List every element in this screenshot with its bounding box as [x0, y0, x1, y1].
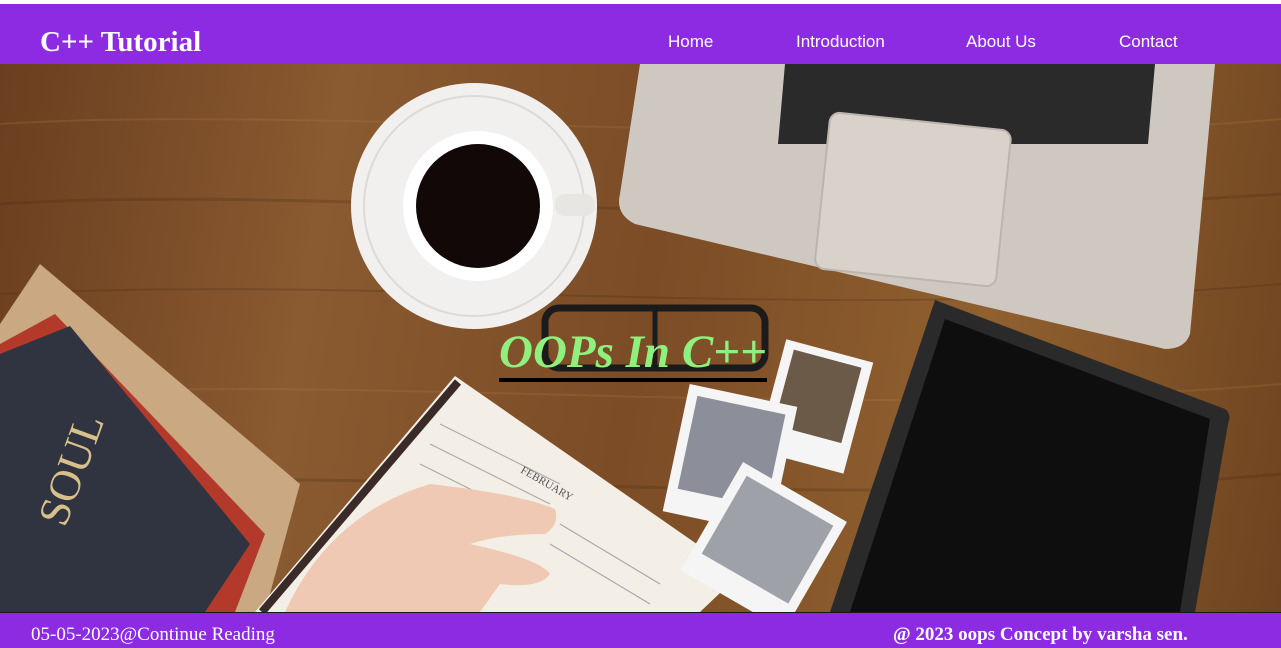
page: C++ Tutorial Home Introduction About Us … — [0, 0, 1281, 648]
footer: 05-05-2023@Continue Reading @ 2023 oops … — [0, 612, 1281, 648]
hero-section: SOUL FEBRUARY OOPs In C++ — [0, 64, 1281, 612]
hero-title: OOPs In C++ — [499, 326, 767, 382]
nav-link-home[interactable]: Home — [668, 32, 713, 52]
nav-link-about-us[interactable]: About Us — [966, 32, 1036, 52]
book-stack: SOUL — [0, 264, 300, 612]
nav-link-introduction[interactable]: Introduction — [796, 32, 885, 52]
nav-links: Home Introduction About Us Contact — [0, 28, 1281, 58]
coffee-cup — [351, 83, 597, 329]
navbar: C++ Tutorial Home Introduction About Us … — [0, 4, 1281, 64]
nav-link-contact[interactable]: Contact — [1119, 32, 1178, 52]
footer-date-continue-reading[interactable]: 05-05-2023@Continue Reading — [31, 624, 275, 646]
footer-copyright: @ 2023 oops Concept by varsha sen. — [893, 624, 1188, 645]
